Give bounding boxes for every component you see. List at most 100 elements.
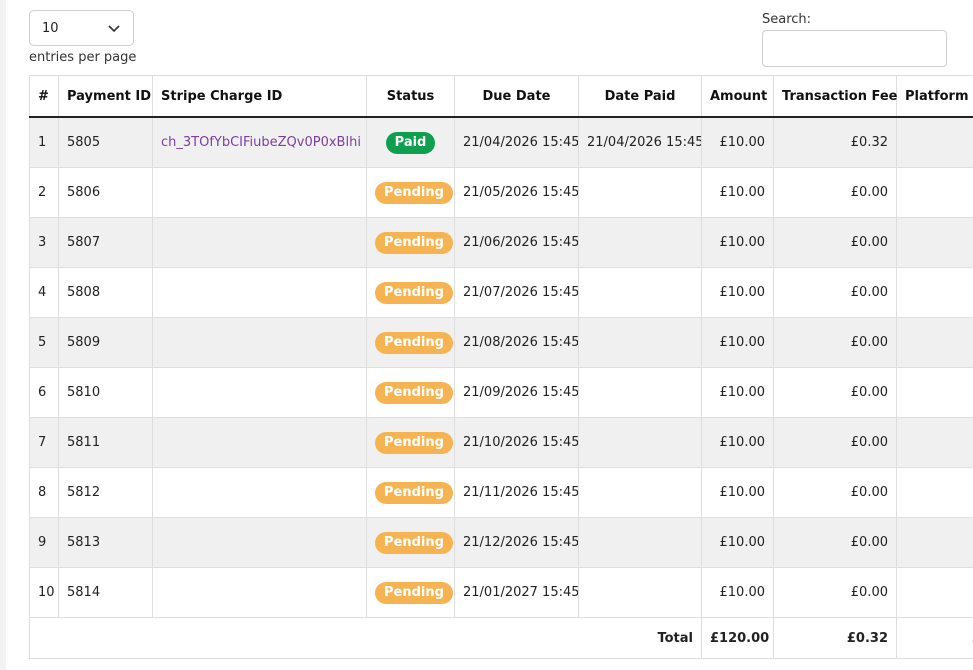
page-length-select[interactable]: 10: [29, 10, 134, 46]
cell-payment-id: 5812: [58, 467, 153, 518]
cell-num: 10: [29, 567, 59, 618]
cell-status: Pending: [366, 567, 455, 618]
status-badge: Pending: [375, 481, 453, 504]
cell-date-paid: [578, 267, 702, 318]
cell-due-date: 21/11/2026 15:45: [454, 467, 579, 518]
cell-date-paid: [578, 367, 702, 418]
cell-date-paid: [578, 417, 702, 468]
table-row: 85812 Pending21/11/2026 15:45 £10.00£0.00£: [29, 467, 973, 518]
total-amount: £120.00: [701, 617, 774, 659]
cell-transaction-fee: £0.00: [773, 167, 897, 218]
cell-num: 1: [29, 116, 59, 168]
table-row: 45808 Pending21/07/2026 15:45 £10.00£0.00£: [29, 267, 973, 318]
cell-platform: £: [896, 367, 973, 418]
header-payment-id[interactable]: Payment ID: [58, 75, 153, 118]
cell-num: 9: [29, 517, 59, 568]
cell-payment-id: 5809: [58, 317, 153, 368]
chevron-down-icon: [108, 25, 120, 33]
cell-amount: £10.00: [701, 367, 774, 418]
cell-num: 3: [29, 217, 59, 268]
cell-amount: £10.00: [701, 417, 774, 468]
cell-payment-id: 5813: [58, 517, 153, 568]
cell-stripe-charge-id[interactable]: ch_3TOfYbCIFiubeZQv0P0xBlhi: [152, 116, 367, 168]
cell-num: 5: [29, 317, 59, 368]
cell-date-paid: [578, 467, 702, 518]
total-transaction-fee: £0.32: [773, 617, 897, 659]
cell-platform: £: [896, 517, 973, 568]
cell-due-date: 21/08/2026 15:45: [454, 317, 579, 368]
cell-payment-id: 5808: [58, 267, 153, 318]
cell-status: Pending: [366, 267, 455, 318]
cell-status: Paid: [366, 116, 455, 168]
table-row: 75811 Pending21/10/2026 15:45 £10.00£0.00£: [29, 417, 973, 468]
cell-date-paid: [578, 317, 702, 368]
header-date-paid[interactable]: Date Paid: [578, 75, 702, 118]
cell-due-date: 21/01/2027 15:45: [454, 567, 579, 618]
search-input[interactable]: [762, 30, 947, 67]
cell-amount: £10.00: [701, 567, 774, 618]
cell-stripe-charge-id: [152, 517, 367, 568]
total-label: Total: [29, 617, 702, 659]
cell-platform: £: [896, 567, 973, 618]
table-row: 35807 Pending21/06/2026 15:45 £10.00£0.00£: [29, 217, 973, 268]
table-row: 55809 Pending21/08/2026 15:45 £10.00£0.00£: [29, 317, 973, 368]
header-num[interactable]: #: [29, 75, 59, 118]
cell-num: 8: [29, 467, 59, 518]
cell-num: 7: [29, 417, 59, 468]
cell-payment-id: 5806: [58, 167, 153, 218]
status-badge: Paid: [385, 131, 436, 154]
cell-stripe-charge-id: [152, 367, 367, 418]
left-edge: [0, 0, 6, 670]
header-amount[interactable]: Amount: [701, 75, 774, 118]
cell-date-paid: [578, 217, 702, 268]
cell-num: 6: [29, 367, 59, 418]
page-length-value: 10: [42, 21, 59, 36]
entries-per-page-label: entries per page: [29, 50, 137, 65]
cell-platform: £: [896, 217, 973, 268]
status-badge: Pending: [375, 231, 453, 254]
cell-date-paid: [578, 167, 702, 218]
cell-amount: £10.00: [701, 167, 774, 218]
cell-transaction-fee: £0.00: [773, 217, 897, 268]
cell-due-date: 21/07/2026 15:45: [454, 267, 579, 318]
cell-transaction-fee: £0.00: [773, 417, 897, 468]
cell-due-date: 21/12/2026 15:45: [454, 517, 579, 568]
table-row: 25806 Pending21/05/2026 15:45 £10.00£0.00£: [29, 167, 973, 218]
cell-payment-id: 5810: [58, 367, 153, 418]
cell-payment-id: 5807: [58, 217, 153, 268]
header-platform[interactable]: Platform: [896, 75, 973, 118]
cell-stripe-charge-id: [152, 317, 367, 368]
cell-payment-id: 5811: [58, 417, 153, 468]
cell-date-paid: 21/04/2026 15:45: [578, 116, 702, 168]
status-badge: Pending: [375, 531, 453, 554]
status-badge: Pending: [375, 381, 453, 404]
cell-status: Pending: [366, 317, 455, 368]
table-body: 1 5805 ch_3TOfYbCIFiubeZQv0P0xBlhi Paid 21/0…: [29, 116, 973, 618]
cell-status: Pending: [366, 167, 455, 218]
cell-transaction-fee: £0.32: [773, 116, 897, 168]
cell-transaction-fee: £0.00: [773, 517, 897, 568]
table-row: 95813 Pending21/12/2026 15:45 £10.00£0.00£: [29, 517, 973, 568]
cell-transaction-fee: £0.00: [773, 467, 897, 518]
cell-stripe-charge-id: [152, 167, 367, 218]
table-row: 1 5805 ch_3TOfYbCIFiubeZQv0P0xBlhi Paid 21/0…: [29, 116, 973, 168]
status-badge: Pending: [375, 181, 453, 204]
cell-date-paid: [578, 567, 702, 618]
cell-platform: £: [896, 267, 973, 318]
cell-due-date: 21/04/2026 15:45: [454, 116, 579, 168]
cell-platform: £: [896, 116, 973, 168]
header-transaction-fee[interactable]: Transaction Fee: [773, 75, 897, 118]
cell-status: Pending: [366, 517, 455, 568]
cell-date-paid: [578, 517, 702, 568]
cell-platform: £: [896, 417, 973, 468]
cell-stripe-charge-id: [152, 417, 367, 468]
cell-transaction-fee: £0.00: [773, 317, 897, 368]
table-row: 10 5814 Pending 21/01/2027 15:45 £10.00 £0.00…: [29, 567, 973, 618]
cell-due-date: 21/10/2026 15:45: [454, 417, 579, 468]
header-status[interactable]: Status: [366, 75, 455, 118]
cell-amount: £10.00: [701, 116, 774, 168]
header-due-date[interactable]: Due Date: [454, 75, 579, 118]
cell-amount: £10.00: [701, 467, 774, 518]
total-platform: £: [896, 617, 973, 659]
header-stripe-charge-id[interactable]: Stripe Charge ID: [152, 75, 367, 118]
